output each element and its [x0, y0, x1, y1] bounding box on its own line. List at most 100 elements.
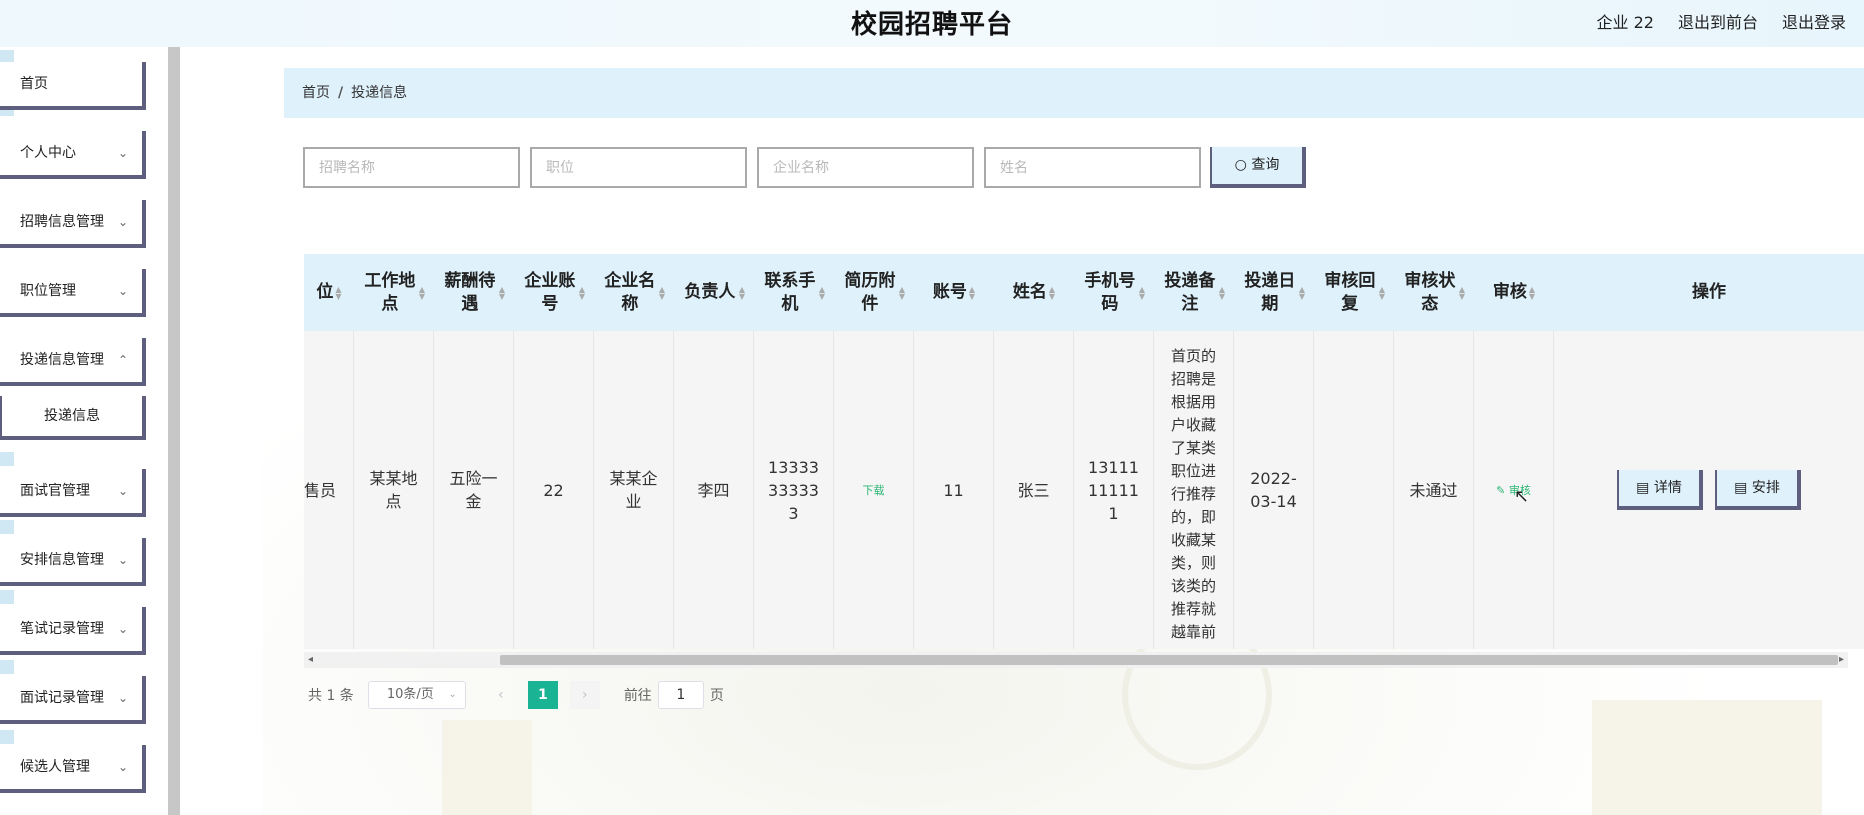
sidebar-item-label: 投递信息管理: [20, 352, 104, 368]
cell-account: 11: [914, 331, 994, 649]
sidebar-item-home[interactable]: 首页: [0, 62, 146, 110]
chevron-down-icon: ⌄: [117, 284, 128, 298]
header-reply[interactable]: 审核回复 ▲ ▼: [1314, 254, 1394, 331]
sidebar-accent: [0, 452, 14, 466]
exit-front-link[interactable]: 退出到前台: [1678, 9, 1758, 33]
query-button[interactable]: ○ 查询: [1210, 147, 1306, 188]
scrollbar-thumb[interactable]: [500, 655, 1838, 665]
next-page-button[interactable]: ›: [569, 681, 600, 709]
arrange-button[interactable]: ▤ 安排: [1715, 470, 1801, 510]
sidebar-accent: [0, 590, 14, 604]
sidebar-item-label: 候选人管理: [20, 759, 90, 775]
header-status[interactable]: 审核状态 ▲ ▼: [1394, 254, 1474, 331]
sort-icon[interactable]: ▲ ▼: [419, 285, 425, 300]
chevron-down-icon: ⌄: [117, 215, 128, 229]
cell-company-account: 22: [514, 331, 594, 649]
sort-icon[interactable]: ▲ ▼: [1379, 285, 1385, 300]
breadcrumb-home[interactable]: 首页: [302, 85, 330, 101]
header-review[interactable]: 审核 ▲ ▼: [1474, 254, 1554, 331]
cell-location: 某某地点: [354, 331, 434, 649]
header-position[interactable]: 位 ▲ ▼: [304, 254, 354, 331]
sort-icon[interactable]: ▲ ▼: [499, 285, 505, 300]
header-salary[interactable]: 薪酬待遇 ▲ ▼: [434, 254, 514, 331]
sidebar-subitem-delivery-info[interactable]: 投递信息: [0, 396, 146, 440]
sidebar-item-personal-center[interactable]: 个人中心 ⌄: [0, 131, 146, 179]
goto-prefix: 前往: [623, 688, 652, 704]
scroll-right-icon[interactable]: ▸: [1839, 652, 1844, 668]
sort-icon[interactable]: ▲ ▼: [1049, 285, 1055, 300]
header-date[interactable]: 投递日期 ▲ ▼: [1234, 254, 1314, 331]
table-header: 位 ▲ ▼ 工作地点 ▲ ▼ 薪酬待遇 ▲ ▼ 企业账号 ▲ ▼ 企业名称 ▲ ▼ 负责人 ▲ ▼ 联系…: [304, 254, 1864, 331]
decor-box: [1592, 700, 1822, 815]
company-name-input[interactable]: [757, 147, 974, 188]
cell-name: 张三: [994, 331, 1074, 649]
chevron-down-icon: ⌄: [117, 146, 128, 160]
sort-icon[interactable]: ▲ ▼: [1529, 285, 1535, 300]
header-name[interactable]: 姓名 ▲ ▼: [994, 254, 1074, 331]
page-size-select[interactable]: 10条/页 ⌄: [367, 681, 466, 709]
header-resume[interactable]: 简历附件 ▲ ▼: [834, 254, 914, 331]
sort-icon[interactable]: ▲ ▼: [335, 285, 341, 300]
sort-icon[interactable]: ▲ ▼: [1139, 285, 1145, 300]
sidebar-item-label: 个人中心: [20, 145, 76, 161]
sidebar-item-label: 投递信息: [44, 408, 100, 424]
header-contact-phone[interactable]: 联系手机 ▲ ▼: [754, 254, 834, 331]
page-number[interactable]: 1: [527, 681, 558, 709]
edit-icon: ✎: [1496, 483, 1506, 497]
search-icon: ○: [1234, 157, 1247, 173]
scroll-left-icon[interactable]: ◂: [308, 652, 313, 668]
detail-button[interactable]: ▤ 详情: [1617, 470, 1703, 510]
sidebar-item-interview-record[interactable]: 面试记录管理 ⌄: [0, 676, 146, 724]
header-manager[interactable]: 负责人 ▲ ▼: [674, 254, 754, 331]
sort-icon[interactable]: ▲ ▼: [819, 285, 825, 300]
sort-icon[interactable]: ▲ ▼: [1219, 285, 1225, 300]
chevron-down-icon: ⌄: [117, 484, 128, 498]
sidebar-item-delivery-manage[interactable]: 投递信息管理 ⌃: [0, 338, 146, 386]
recruit-name-input[interactable]: [303, 147, 520, 188]
sidebar-item-arrangement[interactable]: 安排信息管理 ⌄: [0, 538, 146, 586]
sidebar-item-label: 面试记录管理: [20, 690, 104, 706]
header-company-name[interactable]: 企业名称 ▲ ▼: [594, 254, 674, 331]
sort-icon[interactable]: ▲ ▼: [659, 285, 665, 300]
cell-contact-phone: 13333333333: [754, 331, 834, 649]
sidebar-item-position[interactable]: 职位管理 ⌄: [0, 269, 146, 317]
resume-download-link[interactable]: 下载: [834, 331, 914, 649]
chevron-down-icon: ⌄: [117, 691, 128, 705]
header-phone[interactable]: 手机号码 ▲ ▼: [1074, 254, 1154, 331]
query-label: 查询: [1251, 157, 1280, 173]
chevron-down-icon: ⌄: [117, 553, 128, 567]
header-account[interactable]: 账号 ▲ ▼: [914, 254, 994, 331]
sort-icon[interactable]: ▲ ▼: [969, 285, 975, 300]
document-icon: ▤: [1636, 480, 1650, 496]
goto-page-input[interactable]: 1: [657, 681, 704, 709]
user-label[interactable]: 企业 22: [1597, 9, 1654, 33]
sidebar-item-label: 招聘信息管理: [20, 214, 104, 230]
sort-icon[interactable]: ▲ ▼: [739, 285, 745, 300]
header-note[interactable]: 投递备注 ▲ ▼: [1154, 254, 1234, 331]
sidebar-item-candidate[interactable]: 候选人管理 ⌄: [0, 745, 146, 793]
cell-operation: ▤ 详情 ▤ 安排: [1554, 331, 1864, 649]
sidebar-item-label: 笔试记录管理: [20, 621, 104, 637]
sidebar-item-recruit-info[interactable]: 招聘信息管理 ⌄: [0, 200, 146, 248]
breadcrumb-current: 投递信息: [351, 85, 408, 101]
header-location[interactable]: 工作地点 ▲ ▼: [354, 254, 434, 331]
name-input[interactable]: [984, 147, 1201, 188]
header-company-account[interactable]: 企业账号 ▲ ▼: [514, 254, 594, 331]
sidebar-accent: [0, 730, 14, 744]
sidebar-item-label: 面试官管理: [20, 483, 90, 499]
prev-page-button[interactable]: ‹: [486, 681, 516, 709]
sort-icon[interactable]: ▲ ▼: [899, 285, 905, 300]
sort-icon[interactable]: ▲ ▼: [1459, 285, 1465, 300]
sort-icon[interactable]: ▲ ▼: [1299, 285, 1305, 300]
position-input[interactable]: [530, 147, 747, 188]
breadcrumb-separator: /: [338, 85, 344, 101]
sidebar-item-written-test[interactable]: 笔试记录管理 ⌄: [0, 607, 146, 655]
top-header: 校园招聘平台 企业 22 退出到前台 退出登录: [0, 0, 1864, 47]
breadcrumb: 首页 / 投递信息: [284, 68, 1864, 118]
sidebar-item-interviewer[interactable]: 面试官管理 ⌄: [0, 469, 146, 517]
chevron-down-icon: ⌄: [117, 760, 128, 774]
horizontal-scrollbar[interactable]: ◂ ▸: [304, 652, 1848, 668]
cell-position: 售员: [304, 331, 354, 649]
sort-icon[interactable]: ▲ ▼: [579, 285, 585, 300]
logout-link[interactable]: 退出登录: [1782, 9, 1846, 33]
